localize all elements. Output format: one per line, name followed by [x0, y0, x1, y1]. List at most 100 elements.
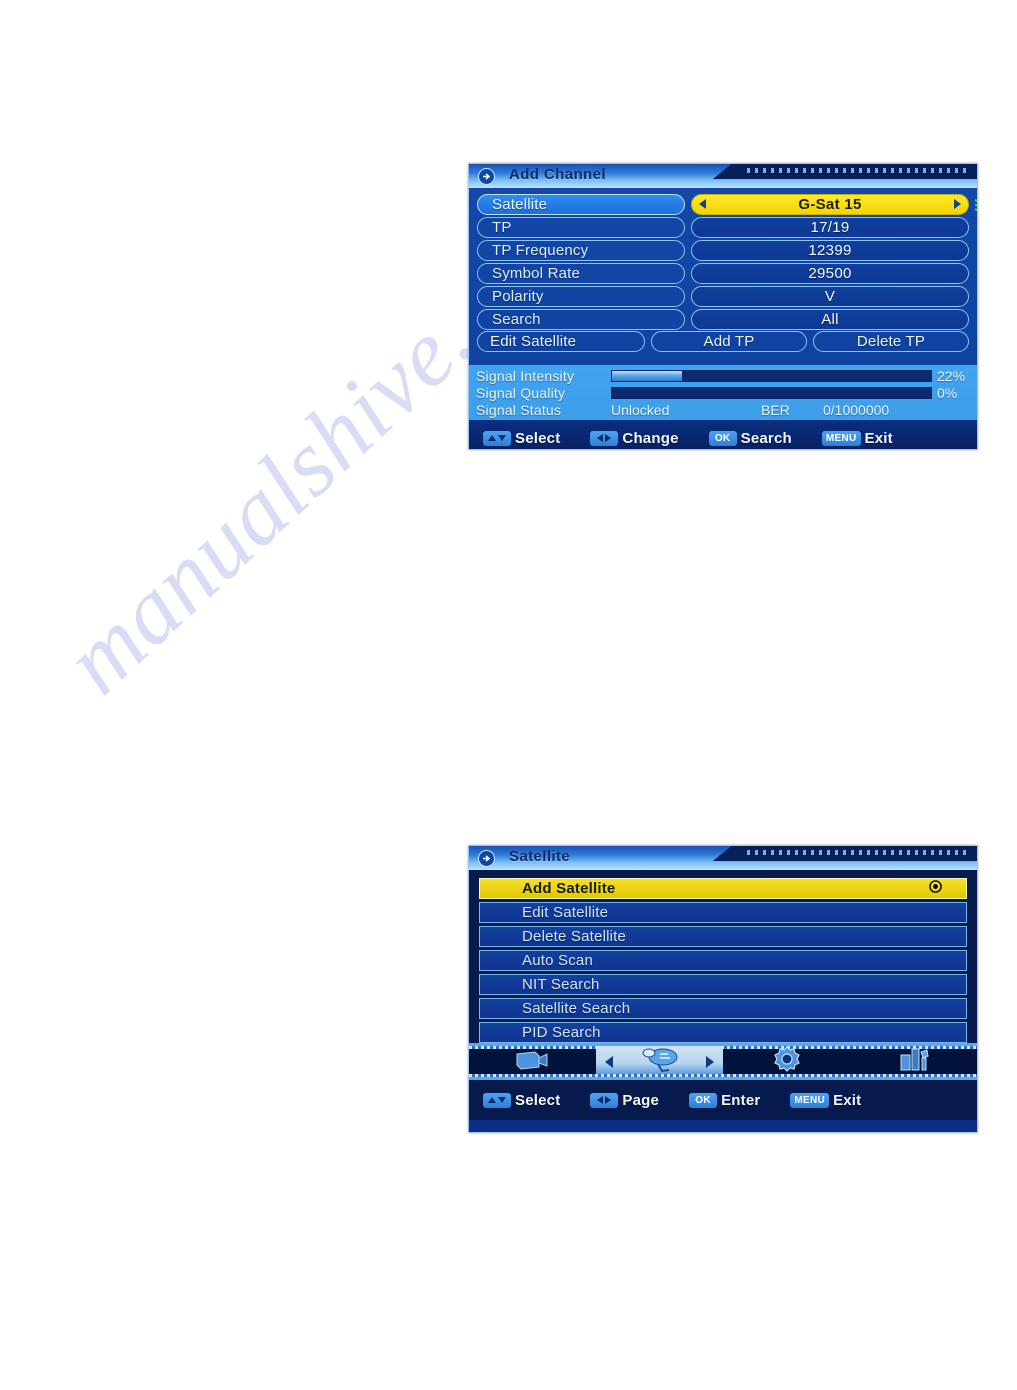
hint-page: Page	[590, 1092, 659, 1109]
menu-item-satellite-search[interactable]: Satellite Search	[479, 998, 967, 1019]
tv-camera-icon	[513, 1047, 553, 1076]
signal-intensity-label: Signal Intensity	[476, 367, 575, 384]
add-channel-title: Add Channel	[509, 166, 606, 183]
next-satellite-arrow-icon[interactable]	[954, 199, 961, 209]
hint-change-label: Change	[622, 429, 679, 447]
field-value-tp[interactable]: 17/19	[691, 216, 969, 238]
menu-item-edit-satellite[interactable]: Edit Satellite	[479, 902, 967, 923]
field-value-polarity[interactable]: V	[691, 285, 969, 307]
double-chevron-down-icon	[974, 198, 977, 214]
add-channel-hint-bar: Select Change OK Search MENU Exit	[469, 420, 977, 449]
field-row-polarity[interactable]: Polarity V	[477, 285, 969, 307]
hint-search: OK Search	[708, 429, 792, 447]
add-channel-title-bar: Add Channel	[469, 164, 977, 188]
menu-item-label: Edit Satellite	[522, 904, 609, 921]
hint-select: Select	[483, 430, 560, 447]
satellite-osd-panel: Satellite Add Satellite Edit Satellite D…	[468, 845, 978, 1133]
tab-prev-arrow-icon[interactable]	[605, 1055, 613, 1068]
hint-select-label: Select	[515, 429, 561, 447]
menu-item-delete-satellite[interactable]: Delete Satellite	[479, 926, 967, 947]
signal-quality-percent: 0%	[937, 384, 958, 401]
field-value-search[interactable]: All	[691, 308, 969, 330]
menu-item-pid-search[interactable]: PID Search	[479, 1022, 967, 1043]
menu-key-icon: MENU	[790, 1092, 830, 1108]
selected-bullseye-icon	[929, 879, 942, 898]
menu-item-add-satellite[interactable]: Add Satellite	[479, 878, 967, 899]
satellite-value-text: G-Sat 15	[798, 195, 862, 213]
tab-settings[interactable]	[723, 1046, 850, 1077]
menu-item-nit-search[interactable]: NIT Search	[479, 974, 967, 995]
ber-label: BER	[761, 401, 790, 418]
gear-icon	[772, 1045, 802, 1078]
add-tp-button[interactable]: Add TP	[651, 331, 807, 352]
satellite-title-bar: Satellite	[469, 846, 977, 870]
delete-tp-button[interactable]: Delete TP	[813, 331, 969, 352]
field-label-satellite: Satellite	[477, 193, 685, 215]
field-row-search[interactable]: Search All	[477, 308, 969, 330]
hint-exit: MENU Exit	[821, 430, 893, 447]
field-row-tp[interactable]: TP 17/19	[477, 216, 969, 238]
menu-item-auto-scan[interactable]: Auto Scan	[479, 950, 967, 971]
hint-exit-label: Exit	[833, 1091, 862, 1109]
menu-key-label: MENU	[794, 1094, 826, 1106]
field-value-satellite[interactable]: G-Sat 15	[691, 193, 977, 215]
signal-quality-label: Signal Quality	[476, 384, 566, 401]
ok-key-icon: OK	[708, 430, 737, 446]
menu-key-icon: MENU	[821, 430, 861, 446]
tab-next-arrow-icon[interactable]	[706, 1055, 714, 1068]
up-down-arrows-key-icon	[483, 1092, 511, 1108]
hint-enter: OK Enter	[689, 1092, 760, 1109]
left-right-arrows-key-icon	[590, 430, 619, 446]
satellite-hint-bar: Select Page OK Enter MENU Exit	[469, 1080, 977, 1120]
signal-status-row: Signal Status Unlocked BER 0/1000000	[469, 401, 977, 418]
hint-search-label: Search	[740, 429, 792, 447]
field-label-tp-frequency: TP Frequency	[477, 239, 685, 261]
hint-change: Change	[590, 430, 678, 447]
menu-item-label: PID Search	[522, 1024, 601, 1041]
ok-key-icon: OK	[689, 1092, 718, 1108]
tools-icon	[897, 1046, 931, 1077]
field-label-symbol-rate: Symbol Rate	[477, 262, 685, 284]
ok-key-label: OK	[714, 432, 731, 444]
signal-status-value: Unlocked	[611, 401, 670, 418]
hint-select: Select	[483, 1092, 560, 1109]
title-bar-dot-pattern	[747, 850, 971, 855]
left-right-arrows-key-icon	[590, 1092, 619, 1108]
arrow-circle-icon	[478, 168, 495, 185]
menu-item-label: Auto Scan	[522, 952, 594, 969]
satellite-menu-list: Add Satellite Edit Satellite Delete Sate…	[469, 870, 977, 1043]
tab-satellite[interactable]	[596, 1046, 723, 1077]
signal-quality-row: Signal Quality 0%	[469, 384, 977, 401]
satellite-title: Satellite	[509, 848, 571, 865]
add-channel-form: Satellite G-Sat 15 TP 17/19 TP Frequency	[469, 188, 977, 365]
field-value-tp-frequency[interactable]: 12399	[691, 239, 969, 261]
field-value-symbol-rate[interactable]: 29500	[691, 262, 969, 284]
ok-key-label: OK	[695, 1094, 711, 1106]
prev-satellite-arrow-icon[interactable]	[699, 199, 706, 209]
tab-tools[interactable]	[850, 1046, 977, 1077]
field-label-polarity: Polarity	[477, 285, 685, 307]
signal-intensity-row: Signal Intensity 22%	[469, 367, 977, 384]
arrow-circle-icon	[478, 850, 495, 867]
up-down-arrows-key-icon	[483, 430, 511, 446]
satellite-dish-icon	[638, 1046, 682, 1077]
signal-intensity-bar	[611, 369, 932, 382]
field-row-symbol-rate[interactable]: Symbol Rate 29500	[477, 262, 969, 284]
tab-tv[interactable]	[469, 1046, 596, 1077]
signal-quality-bar	[611, 386, 932, 399]
edit-satellite-button[interactable]: Edit Satellite	[477, 331, 645, 352]
field-row-satellite[interactable]: Satellite G-Sat 15	[477, 193, 977, 215]
signal-meter-area: Signal Intensity 22% Signal Quality 0% S…	[469, 365, 977, 420]
ber-value: 0/1000000	[823, 401, 890, 418]
add-channel-osd-panel: Add Channel Satellite G-Sat 15 TP 17/19	[468, 163, 978, 450]
hint-page-label: Page	[622, 1091, 660, 1109]
field-row-tp-frequency[interactable]: TP Frequency 12399	[477, 239, 969, 261]
field-label-tp: TP	[477, 216, 685, 238]
signal-status-label: Signal Status	[476, 401, 562, 418]
menu-item-label: Satellite Search	[522, 1000, 631, 1017]
menu-item-label: Delete Satellite	[522, 928, 627, 945]
menu-item-label: NIT Search	[522, 976, 600, 993]
signal-intensity-bar-fill	[612, 370, 683, 381]
add-channel-button-row: Edit Satellite Add TP Delete TP	[477, 331, 969, 352]
hint-exit: MENU Exit	[790, 1092, 861, 1109]
